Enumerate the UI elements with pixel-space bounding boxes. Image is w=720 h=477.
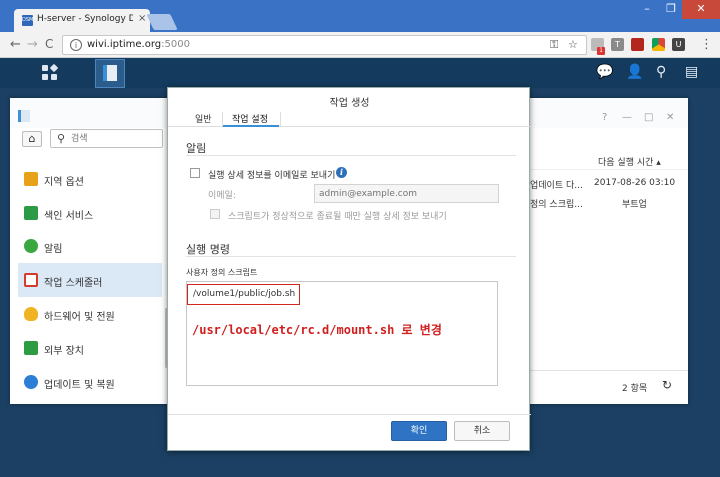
ok-button[interactable]: 확인: [391, 421, 447, 441]
sidebar-item-task-scheduler[interactable]: 작업 스케줄러: [18, 263, 162, 297]
search-box[interactable]: ⚲: [50, 129, 163, 148]
abnormal-only-label: 스크립트가 정상적으로 종료될 때만 실행 상세 정보 보내기: [228, 212, 447, 222]
sidebar-item-update-restore[interactable]: 업데이트 및 복원: [18, 365, 162, 399]
dialog-title: 작업 생성: [329, 98, 370, 109]
command-section-title: 실행 명령: [186, 243, 230, 256]
browser-tab[interactable]: DSM H-server - Synology Di ×: [14, 9, 150, 32]
email-label: 이메일:: [208, 191, 236, 201]
update-restore-icon: [24, 375, 38, 389]
home-button[interactable]: ⌂: [22, 131, 42, 147]
external-device-icon: [24, 341, 38, 355]
reload-icon[interactable]: C: [45, 37, 53, 51]
item-count: 2 항목: [622, 384, 648, 394]
maximize-icon[interactable]: □: [644, 112, 653, 123]
minimize-icon[interactable]: —: [622, 112, 632, 123]
new-tab-button[interactable]: [146, 14, 178, 30]
email-details-checkbox[interactable]: [190, 168, 200, 178]
search-input[interactable]: [71, 132, 159, 145]
restore-button[interactable]: ❐: [659, 0, 683, 19]
abnormal-only-checkbox[interactable]: [210, 209, 220, 219]
control-panel-taskbar-icon[interactable]: [95, 59, 125, 88]
notification-section-title: 알림: [186, 142, 207, 155]
search-icon: ⚲: [57, 132, 66, 145]
active-tab-indicator: [223, 125, 279, 127]
minimize-button[interactable]: –: [635, 0, 659, 19]
tab-task-settings[interactable]: 작업 설정: [232, 112, 268, 125]
search-icon[interactable]: ⚲: [656, 64, 666, 80]
control-panel-logo-icon: [18, 110, 30, 122]
chrome-icon[interactable]: [652, 38, 665, 51]
tab-title: H-server - Synology Di: [37, 14, 133, 24]
table-row-task[interactable]: 정의 스크립...: [530, 197, 583, 210]
key-icon[interactable]: ⚿: [550, 38, 558, 52]
address-bar[interactable]: i wivi.iptime.org:5000 ⚿ ☆: [62, 35, 587, 55]
widgets-icon[interactable]: ▤: [685, 64, 698, 80]
ublock-icon[interactable]: [631, 38, 644, 51]
annotation-text: /usr/local/etc/rc.d/mount.sh 로 변경: [192, 323, 442, 337]
extension-icon-u[interactable]: U: [672, 38, 685, 51]
bulb-icon: [24, 307, 38, 321]
indexing-service-icon: [24, 206, 38, 220]
forward-icon[interactable]: →: [27, 37, 38, 52]
close-icon[interactable]: ✕: [666, 112, 674, 123]
window-close-button[interactable]: ✕: [682, 0, 720, 19]
regional-options-icon: [24, 172, 38, 186]
script-label: 사용자 정의 스크립트: [186, 268, 258, 277]
bookmark-star-icon[interactable]: ☆: [568, 38, 578, 51]
help-icon[interactable]: ?: [602, 112, 607, 123]
sidebar-item-hardware-power[interactable]: 하드웨어 및 전원: [18, 297, 162, 331]
back-icon[interactable]: ←: [10, 37, 21, 52]
tab-general[interactable]: 일반: [195, 112, 212, 125]
browser-titlebar: DSM H-server - Synology Di × – ❐ ✕: [0, 0, 720, 32]
browser-toolbar: ← → C i wivi.iptime.org:5000 ⚿ ☆ T U ⋮: [0, 32, 720, 58]
column-next-run[interactable]: 다음 실행 시간 ▴: [598, 155, 661, 168]
sidebar-item-indexing-service[interactable]: 색인 서비스: [18, 196, 162, 230]
email-field[interactable]: [314, 184, 499, 203]
email-details-label: 실행 상세 정보를 이메일로 보내기: [208, 171, 336, 181]
refresh-icon[interactable]: ↻: [662, 378, 672, 392]
user-icon[interactable]: 👤: [626, 64, 643, 80]
extension-icon-t[interactable]: T: [611, 38, 624, 51]
sidebar-item-notification[interactable]: 알림: [18, 229, 162, 263]
notification-icon: [24, 239, 38, 253]
url-text[interactable]: wivi.iptime.org:5000: [87, 39, 190, 50]
script-highlight-box: /volume1/public/job.sh: [187, 284, 300, 305]
dsm-taskbar: 💬 👤 ⚲ ▤: [0, 58, 720, 88]
sidebar-item-external-devices[interactable]: 외부 장치: [18, 331, 162, 365]
table-row-next-run[interactable]: 2017-08-26 03:10: [594, 178, 675, 188]
sidebar-item-regional-options[interactable]: 지역 옵션: [18, 162, 162, 196]
create-task-dialog: 작업 생성 일반 작업 설정 알림 실행 상세 정보를 이메일로 보내기 i 이…: [167, 87, 531, 451]
browser-menu-icon[interactable]: ⋮: [700, 37, 713, 52]
extension-badge: 1: [597, 47, 605, 55]
site-info-icon[interactable]: i: [70, 39, 82, 51]
cancel-button[interactable]: 취소: [454, 421, 510, 441]
chat-icon[interactable]: 💬: [596, 64, 613, 80]
task-scheduler-icon: [24, 273, 38, 287]
info-icon[interactable]: i: [336, 167, 347, 178]
dsm-favicon-icon: DSM: [22, 15, 33, 26]
table-row-task[interactable]: 업데이트 다...: [530, 178, 583, 191]
main-menu-icon[interactable]: [42, 63, 59, 81]
tab-close-icon[interactable]: ×: [138, 13, 146, 24]
table-row-next-run[interactable]: 부트업: [622, 197, 647, 210]
